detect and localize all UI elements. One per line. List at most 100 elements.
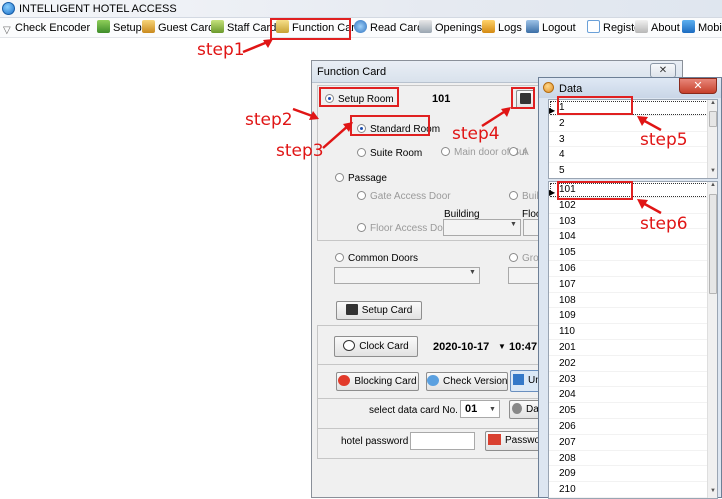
- data-row[interactable]: 2: [549, 116, 717, 132]
- setup-card-button[interactable]: Setup Card: [336, 301, 422, 320]
- lower-scrollbar[interactable]: ▲ ▼: [707, 182, 717, 498]
- radio-dot: [357, 191, 366, 200]
- lower-data-grid: ▶ 101 102 103 104 105 106 107 108 109 110 201 202 203…: [548, 181, 718, 499]
- a-option-radio[interactable]: A: [509, 147, 529, 158]
- data-window-close-button[interactable]: ✕: [679, 78, 717, 94]
- radio-dot: [441, 147, 450, 156]
- data-row[interactable]: 110: [549, 324, 717, 340]
- data-row[interactable]: 107: [549, 277, 717, 293]
- step5-label: step5: [640, 130, 688, 150]
- data-row-value: 106: [559, 262, 576, 274]
- scroll-down-icon[interactable]: ▼: [708, 488, 717, 498]
- radio-dot: [509, 253, 518, 262]
- app-title: INTELLIGENT HOTEL ACCESS: [19, 3, 177, 15]
- menu-label: Setup: [113, 22, 142, 34]
- data-row[interactable]: 209: [549, 466, 717, 483]
- data-row[interactable]: 102: [549, 198, 717, 214]
- blocking-icon: [338, 375, 351, 386]
- gate-access-door-label: Gate Access Door: [370, 191, 451, 202]
- menu-staff-card[interactable]: Staff Card: [211, 20, 276, 36]
- common-doors-radio[interactable]: Common Doors: [335, 253, 418, 264]
- app-logo-icon: [2, 2, 15, 15]
- data-row-value: 202: [559, 357, 576, 369]
- menu-mobile[interactable]: Mobi: [682, 20, 722, 36]
- function-card-title: Function Card: [317, 66, 387, 78]
- menu-check-encoder[interactable]: ▽ Check Encoder: [3, 20, 90, 36]
- data-row[interactable]: 205: [549, 403, 717, 419]
- menu-bar: ▽ Check Encoder Setup Guest Card Staff Ca…: [0, 18, 722, 38]
- step1-label: step1: [197, 40, 245, 60]
- data-row[interactable]: 207: [549, 435, 717, 451]
- funnel-icon: ▽: [3, 25, 11, 36]
- data-row[interactable]: 202: [549, 356, 717, 372]
- data-row[interactable]: 108: [549, 293, 717, 309]
- chevron-down-icon: ▼: [469, 269, 476, 276]
- data-row[interactable]: 5: [549, 163, 717, 178]
- clock-time[interactable]: 10:47: [509, 341, 537, 353]
- scroll-down-icon[interactable]: ▼: [708, 168, 717, 178]
- clock-card-button[interactable]: Clock Card: [334, 336, 418, 357]
- about-icon: [635, 20, 648, 33]
- scroll-up-icon[interactable]: ▲: [708, 182, 717, 192]
- data-row-value: 105: [559, 247, 576, 259]
- data-window-icon: [543, 82, 554, 93]
- data-row[interactable]: 105: [549, 245, 717, 261]
- scroll-up-icon[interactable]: ▲: [708, 100, 717, 110]
- menu-label: Check Encoder: [15, 22, 91, 34]
- common-doors-select[interactable]: ▼: [334, 267, 480, 284]
- hotel-password-input[interactable]: [410, 432, 475, 450]
- data-row-value: 109: [559, 310, 576, 322]
- data-row-value: 2: [559, 117, 565, 129]
- data-row[interactable]: 210: [549, 482, 717, 498]
- step3-arrow: [322, 122, 353, 149]
- building-select[interactable]: ▼: [443, 219, 521, 236]
- function-card-close-button[interactable]: ✕: [650, 63, 676, 78]
- setup-card-label: Setup Card: [361, 305, 413, 316]
- blocking-card-button[interactable]: Blocking Card: [336, 372, 419, 391]
- data-row-value: 5: [559, 165, 565, 177]
- scroll-thumb[interactable]: [709, 111, 717, 127]
- menu-about[interactable]: About: [635, 20, 680, 36]
- scroll-thumb[interactable]: [709, 194, 717, 294]
- passage-label: Passage: [348, 173, 387, 184]
- guest-card-icon: [142, 20, 155, 33]
- menu-guest-card[interactable]: Guest Card: [142, 20, 214, 36]
- data-row[interactable]: 103: [549, 214, 717, 230]
- data-card-no-select[interactable]: 01 ▼: [460, 400, 500, 418]
- check-version-button[interactable]: Check Version: [426, 372, 508, 391]
- data-row[interactable]: 4: [549, 147, 717, 164]
- menu-setup[interactable]: Setup: [97, 20, 142, 36]
- data-row[interactable]: 3: [549, 132, 717, 148]
- menu-read-card[interactable]: Read Card: [354, 20, 423, 36]
- clock-date[interactable]: 2020-10-17: [433, 341, 489, 353]
- gate-access-door-radio[interactable]: Gate Access Door: [357, 191, 451, 202]
- highlight-standard-room: [350, 115, 430, 136]
- menu-logs[interactable]: Logs: [482, 20, 522, 36]
- data-row[interactable]: 201: [549, 340, 717, 356]
- data-row[interactable]: 106: [549, 261, 717, 277]
- grid-icon: [513, 374, 524, 385]
- menu-label: Mobi: [698, 22, 722, 34]
- upper-scrollbar[interactable]: ▲ ▼: [707, 100, 717, 178]
- data-row[interactable]: 208: [549, 451, 717, 467]
- chevron-down-icon[interactable]: ▼: [498, 342, 506, 351]
- suite-room-radio[interactable]: Suite Room: [357, 148, 422, 159]
- menu-openings[interactable]: Openings: [419, 20, 482, 36]
- version-icon: [427, 375, 439, 386]
- data-row-value: 210: [559, 484, 576, 496]
- floor-access-door-radio[interactable]: Floor Access Door: [357, 223, 452, 234]
- highlight-data-row-101: [557, 181, 633, 200]
- radio-dot: [509, 147, 518, 156]
- menu-logout[interactable]: Logout: [526, 20, 576, 36]
- data-row[interactable]: 206: [549, 419, 717, 435]
- data-row-value: 206: [559, 420, 576, 432]
- passage-radio[interactable]: Passage: [335, 173, 387, 184]
- data-window-title: Data: [559, 83, 583, 95]
- password-button[interactable]: Passwor: [485, 431, 544, 451]
- data-row[interactable]: 109: [549, 308, 717, 325]
- highlight-function-card-menu: [270, 18, 351, 40]
- data-row[interactable]: 204: [549, 387, 717, 404]
- data-row[interactable]: 104: [549, 229, 717, 246]
- data-row[interactable]: 203: [549, 372, 717, 388]
- card-icon: [345, 304, 358, 315]
